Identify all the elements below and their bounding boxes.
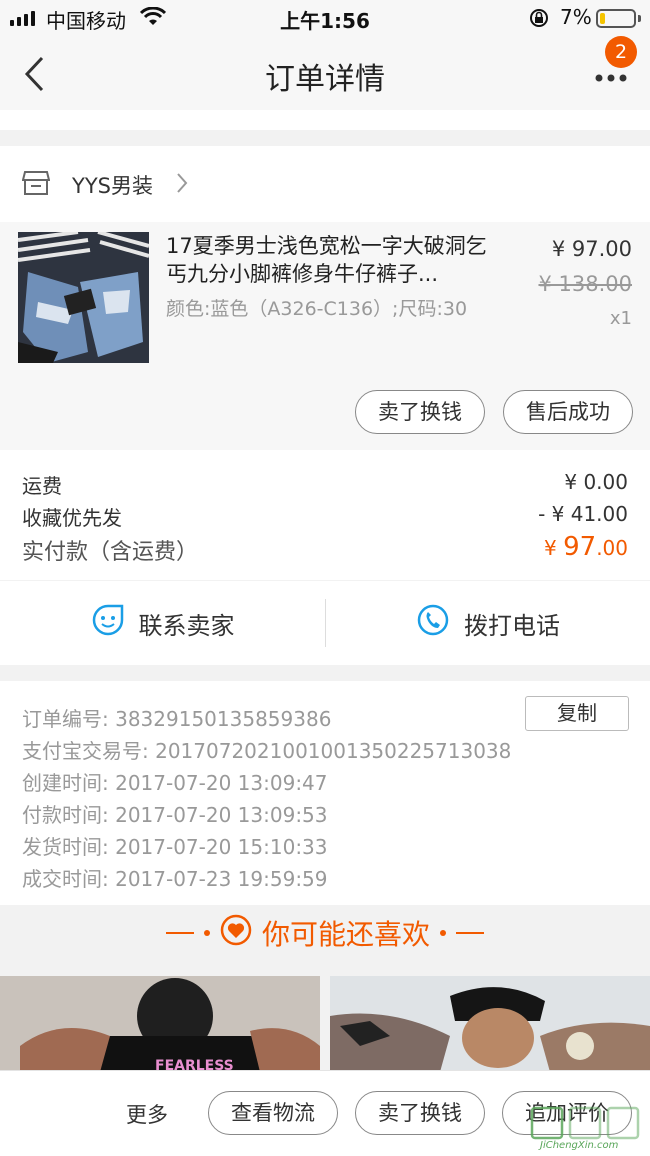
chat-icon: [91, 603, 125, 643]
paid-currency: ¥: [544, 536, 557, 560]
chevron-right-icon: [176, 172, 188, 198]
created-time: 创建时间: 2017-07-20 13:09:47: [22, 771, 328, 795]
more-options-icon[interactable]: [594, 68, 628, 87]
contact-seller-button[interactable]: 联系卖家: [0, 581, 325, 665]
divider-line: [165, 932, 194, 934]
product-title: 17夏季男士浅色宽松一字大破洞乞丐九分小脚裤修身牛仔裤子...: [166, 234, 487, 286]
shop-icon: [21, 170, 51, 200]
watermark-logo: [530, 1106, 644, 1144]
battery-icon: [596, 9, 636, 28]
recommend-item-image[interactable]: FEARLESS: [0, 976, 320, 1072]
notification-badge: 2: [605, 36, 637, 68]
call-phone-label: 拨打电话: [464, 611, 560, 640]
resell-button[interactable]: 卖了换钱: [355, 390, 485, 434]
copy-button[interactable]: 复制: [525, 696, 629, 731]
paid-time: 付款时间: 2017-07-20 13:09:53: [22, 803, 328, 827]
clock: 上午1:56: [280, 9, 370, 33]
contact-seller-label: 联系卖家: [138, 611, 235, 640]
battery-tip: [638, 15, 641, 22]
shipping-value: ¥ 0.00: [564, 470, 628, 494]
resell-button-bottom[interactable]: 卖了换钱: [355, 1091, 485, 1135]
alipay-trade-number: 支付宝交易号: 2017072021001001350225713038: [22, 739, 512, 763]
paid-integer: 97: [563, 532, 597, 562]
discount-label: 收藏优先发: [22, 506, 122, 530]
recommend-item-image[interactable]: [330, 976, 650, 1072]
product-item[interactable]: 17夏季男士浅色宽松一字大破洞乞丐九分小脚裤修身牛仔裤子... 颜色:蓝色（A3…: [0, 222, 650, 450]
top-spacer: [0, 110, 650, 130]
contact-bar: 联系卖家 拨打电话: [0, 581, 650, 665]
original-price: ¥ 138.00: [538, 272, 632, 296]
shop-name: YYS男装: [72, 174, 153, 198]
paid-decimal: .00: [596, 536, 628, 560]
status-bar: 中国移动 上午1:56 7%: [0, 0, 650, 38]
call-phone-button[interactable]: 拨打电话: [326, 581, 650, 665]
more-button[interactable]: 更多: [126, 1099, 168, 1129]
fee-summary: 运费 ¥ 0.00 收藏优先发 - ¥ 41.00 实付款（含运费） ¥ 97.…: [0, 450, 650, 580]
battery-percent: 7%: [560, 5, 592, 29]
product-thumbnail: [18, 232, 149, 363]
paid-amount: ¥ 97.00: [400, 532, 628, 562]
recommend-header: 你可能还喜欢: [0, 912, 650, 954]
product-spec: 颜色:蓝色（A326-C136）;尺码:30: [166, 298, 468, 320]
nav-bar: 订单详情: [0, 38, 650, 110]
order-number: 订单编号: 38329150135859386: [22, 707, 332, 731]
completed-time: 成交时间: 2017-07-23 19:59:59: [22, 867, 328, 891]
paid-label: 实付款（含运费）: [22, 540, 199, 565]
shop-row[interactable]: YYS男装: [0, 146, 650, 222]
product-price: ¥ 97.00: [551, 237, 632, 261]
shipped-time: 发货时间: 2017-07-20 15:10:33: [22, 835, 328, 859]
product-quantity: x1: [609, 308, 632, 329]
heart-icon: [220, 914, 252, 953]
discount-value: - ¥ 41.00: [538, 502, 628, 526]
rotation-lock-icon: [528, 7, 550, 34]
divider-line: [456, 932, 484, 934]
watermark-text: JiChengXin.com: [540, 1140, 619, 1151]
phone-icon: [416, 603, 450, 643]
after-sale-button[interactable]: 售后成功: [503, 390, 633, 434]
recommend-title: 你可能还喜欢: [261, 918, 430, 951]
divider-dot: [440, 930, 446, 936]
page-title: 订单详情: [265, 62, 385, 97]
order-info: 订单编号: 38329150135859386 支付宝交易号: 20170720…: [0, 681, 650, 905]
view-logistics-button[interactable]: 查看物流: [208, 1091, 338, 1135]
shipping-label: 运费: [22, 474, 62, 498]
divider-dot: [203, 930, 210, 936]
